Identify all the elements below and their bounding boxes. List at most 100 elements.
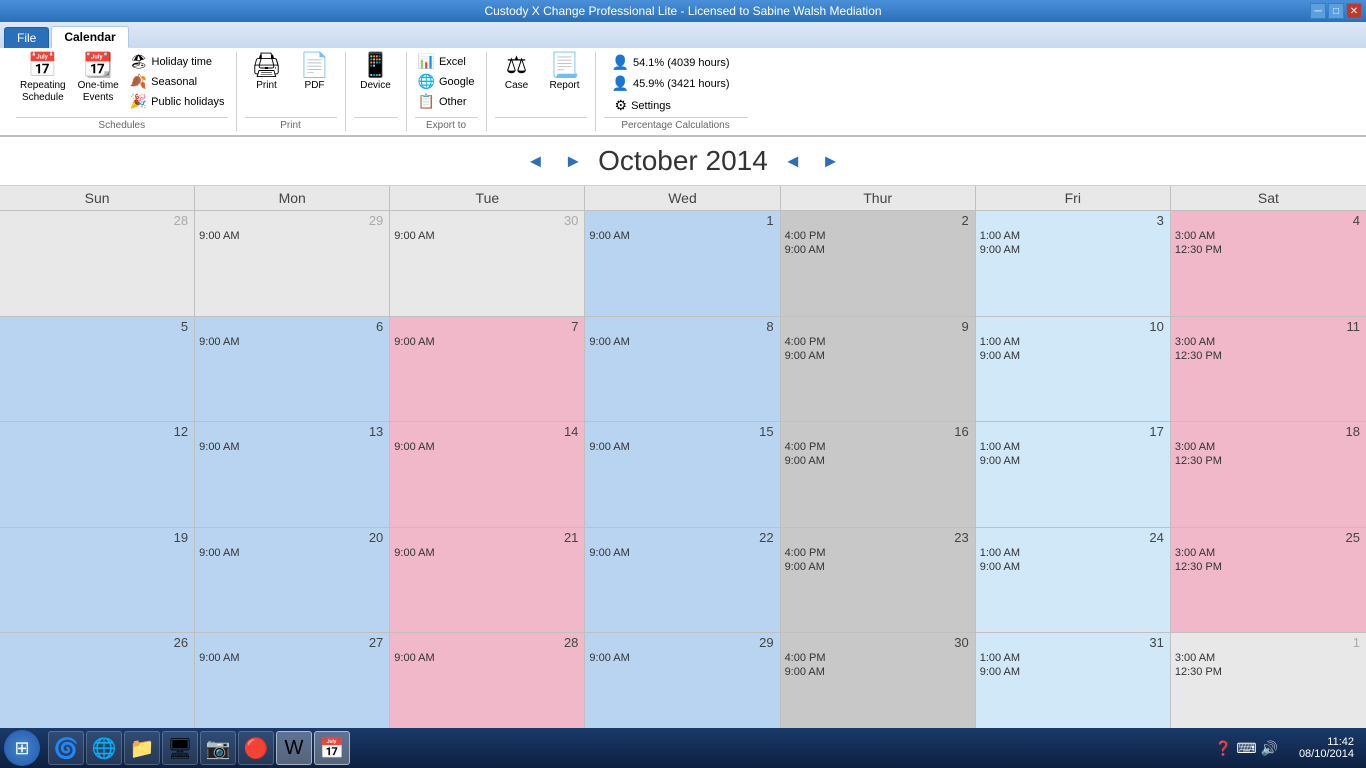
day-num-w3-d1: 20 [199,530,385,545]
parent2-stat: 45.9% (3421 hours) [633,78,730,90]
day-event-w0-d6: 3:00 AM [1175,230,1362,242]
day-event-w4-d1: 9:00 AM [199,652,385,664]
calendar-day-w3-d6[interactable]: 253:00 AM12:30 PM [1171,528,1366,633]
close-button[interactable]: ✕ [1346,3,1362,19]
report-button[interactable]: 📃 Report [543,52,587,94]
day-event-w3-d5: 1:00 AM [980,547,1166,559]
case-button[interactable]: ⚖ Case [495,52,539,94]
calendar-day-w2-d3[interactable]: 159:00 AM [585,422,780,527]
export-items: 📊 Excel 🌐 Google 📋 Other [415,52,478,115]
calendar-day-w3-d2[interactable]: 219:00 AM [390,528,585,633]
day-event-w0-d2: 9:00 AM [394,230,580,242]
day-num-w3-d4: 23 [785,530,971,545]
export-group-label: Export to [415,117,478,131]
calendar-day-w1-d4[interactable]: 94:00 PM9:00 AM [781,317,976,422]
pdf-button[interactable]: 📄 PDF [293,52,337,94]
calendar-day-w4-d0[interactable]: 26 [0,633,195,738]
systray-network-icon: 🔊 [1261,740,1278,757]
calendar-day-w2-d5[interactable]: 171:00 AM9:00 AM [976,422,1171,527]
day-header-wed: Wed [585,186,780,210]
calendar-day-w3-d4[interactable]: 234:00 PM9:00 AM [781,528,976,633]
taskbar: ⊞ 🌀 🌐 📁 🖥 📷 🔴 W 📅 ❓ ⌨ 🔊 11:42 08/10/2014 [0,728,1366,768]
calendar-week-1: 5 69:00 AM79:00 AM89:00 AM94:00 PM9:00 AM… [0,317,1366,423]
taskbar-app-hp[interactable]: 🖥 [162,731,198,765]
calendar-day-w0-d5[interactable]: 31:00 AM9:00 AM [976,211,1171,316]
other-button[interactable]: 📋 Other [415,92,478,111]
calendar-day-w1-d0[interactable]: 5 [0,317,195,422]
day-header-tue: Tue [390,186,585,210]
calendar-day-w4-d3[interactable]: 29 9:00 AM [585,633,780,738]
repeating-schedule-button[interactable]: 📅 RepeatingSchedule [16,52,70,106]
tab-file[interactable]: File [4,27,49,48]
stat-row-parent2: 👤 45.9% (3421 hours) [612,73,730,94]
taskbar-app-camera[interactable]: 📷 [200,731,236,765]
day-event-w1-d4: 4:00 PM [785,336,971,348]
taskbar-app-ie[interactable]: 🌀 [48,731,84,765]
calendar-day-w2-d1[interactable]: 139:00 AM [195,422,390,527]
calendar-day-w4-d6[interactable]: 13:00 AM12:30 PM [1171,633,1366,738]
calendar-day-w0-d6[interactable]: 43:00 AM12:30 PM [1171,211,1366,316]
day-num-w4-d3: 29 [589,635,775,650]
calendar-day-w3-d5[interactable]: 241:00 AM9:00 AM [976,528,1171,633]
calendar-day-w4-d1[interactable]: 279:00 AM [195,633,390,738]
day-num-w4-d4: 30 [785,635,971,650]
calendar-day-w3-d0[interactable]: 19 [0,528,195,633]
taskbar-date: 08/10/2014 [1299,748,1354,760]
tab-calendar[interactable]: Calendar [51,26,128,48]
day-num-w3-d2: 21 [394,530,580,545]
next-month-button[interactable]: ► [560,151,586,172]
day-event-w4-d4: 4:00 PM [785,652,971,664]
maximize-button[interactable]: □ [1328,3,1344,19]
calendar-day-w1-d1[interactable]: 69:00 AM [195,317,390,422]
day-event-w4-d5: 9:00 AM [980,666,1166,678]
excel-button[interactable]: 📊 Excel [415,52,478,71]
taskbar-app-browser[interactable]: 🌐 [86,731,122,765]
calendar-day-w3-d1[interactable]: 209:00 AM [195,528,390,633]
calendar-day-w2-d0[interactable]: 12 [0,422,195,527]
one-time-events-icon: 📆 [83,54,113,78]
next-year-button[interactable]: ► [818,151,844,172]
repeating-schedule-label: RepeatingSchedule [20,80,66,104]
calendar-day-w3-d3[interactable]: 229:00 AM [585,528,780,633]
minimize-button[interactable]: ─ [1310,3,1326,19]
public-holidays-button[interactable]: 🎉 Public holidays [127,92,228,111]
google-button[interactable]: 🌐 Google [415,72,478,91]
one-time-events-button[interactable]: 📆 One-timeEvents [74,52,123,106]
day-header-fri: Fri [976,186,1171,210]
taskbar-app-word[interactable]: W [276,731,312,765]
calendar-day-w2-d4[interactable]: 164:00 PM9:00 AM [781,422,976,527]
calendar-day-w1-d2[interactable]: 79:00 AM [390,317,585,422]
seasonal-button[interactable]: 🍂 Seasonal [127,72,228,91]
calendar-day-w4-d2[interactable]: 289:00 AM [390,633,585,738]
print-button[interactable]: 🖨 Print [245,52,289,94]
report-label: Report [550,80,580,92]
calendar-day-w4-d4[interactable]: 304:00 PM9:00 AM [781,633,976,738]
holiday-time-button[interactable]: 🏖 Holiday time [127,52,228,71]
calendar-day-w1-d5[interactable]: 101:00 AM9:00 AM [976,317,1171,422]
calendar-week-4: 26279:00 AM289:00 AM 29 9:00 AM 30 4:00 PM 9:… [0,633,1366,738]
prev-year-button[interactable]: ◄ [780,151,806,172]
calendar-day-w1-d6[interactable]: 113:00 AM12:30 PM [1171,317,1366,422]
calendar-day-w0-d2[interactable]: 309:00 AM [390,211,585,316]
calendar-weeks: 28299:00 AM309:00 AM19:00 AM24:00 PM9:00… [0,211,1366,738]
day-num-w0-d1: 29 [199,213,385,228]
day-num-w1-d0: 5 [4,319,190,334]
taskbar-apps: 🌀 🌐 📁 🖥 📷 🔴 W 📅 [44,731,1211,765]
settings-button[interactable]: ⚙ Settings [612,96,730,115]
calendar-day-w2-d6[interactable]: 183:00 AM12:30 PM [1171,422,1366,527]
taskbar-app-chrome[interactable]: 🔴 [238,731,274,765]
prev-month-button[interactable]: ◄ [523,151,549,172]
taskbar-app-custody[interactable]: 📅 [314,731,350,765]
start-button[interactable]: ⊞ [4,730,40,766]
calendar-day-w0-d4[interactable]: 24:00 PM9:00 AM [781,211,976,316]
calendar-day-w0-d3[interactable]: 19:00 AM [585,211,780,316]
day-num-w2-d2: 14 [394,424,580,439]
calendar-day-w0-d1[interactable]: 299:00 AM [195,211,390,316]
taskbar-app-explorer[interactable]: 📁 [124,731,160,765]
calendar-day-w2-d2[interactable]: 149:00 AM [390,422,585,527]
calendar-day-w1-d3[interactable]: 89:00 AM [585,317,780,422]
day-event-w4-d3: 9:00 AM [589,652,775,664]
calendar-day-w0-d0[interactable]: 28 [0,211,195,316]
calendar-day-w4-d5[interactable]: 311:00 AM9:00 AM [976,633,1171,738]
device-button[interactable]: 📱 Device [354,52,398,94]
